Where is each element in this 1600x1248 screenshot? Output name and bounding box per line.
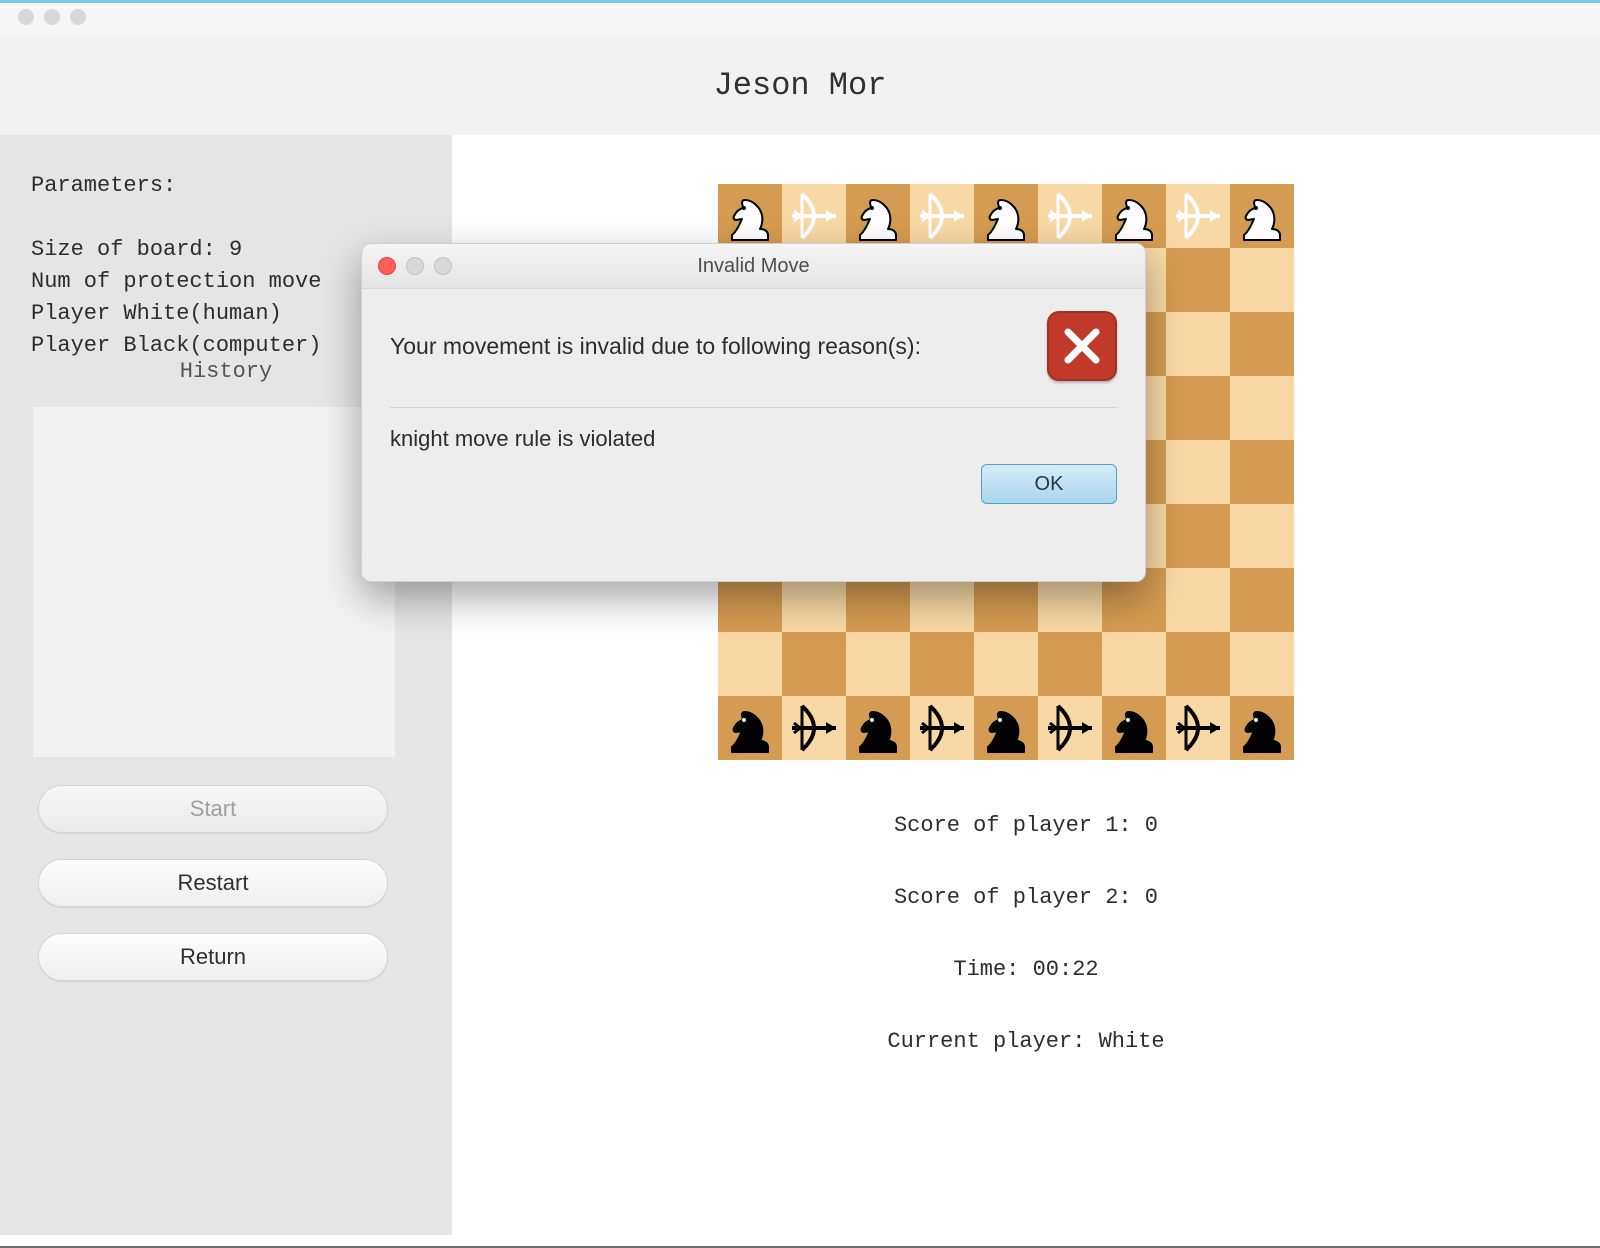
board-square[interactable] xyxy=(1166,632,1230,696)
knight-white-piece[interactable] xyxy=(974,184,1038,248)
knight-white-piece[interactable] xyxy=(1102,184,1166,248)
board-square[interactable] xyxy=(1230,312,1294,376)
status-block: Score of player 1: 0 Score of player 2: … xyxy=(452,790,1600,1078)
dialog-title: Invalid Move xyxy=(362,255,1145,278)
archer-white-piece[interactable] xyxy=(910,184,974,248)
dialog-reason-text: knight move rule is violated xyxy=(390,426,1117,464)
invalid-move-dialog: Invalid Move Your movement is invalid du… xyxy=(361,243,1146,582)
board-square[interactable] xyxy=(910,632,974,696)
board-square[interactable] xyxy=(1230,440,1294,504)
parameters-block: Parameters: Size of board: 9 Num of prot… xyxy=(31,170,321,362)
board-square[interactable] xyxy=(782,632,846,696)
archer-white-piece[interactable] xyxy=(1038,184,1102,248)
knight-black-piece[interactable] xyxy=(1102,696,1166,760)
dialog-close-dot[interactable] xyxy=(378,257,396,275)
board-square[interactable] xyxy=(846,632,910,696)
return-button[interactable]: Return xyxy=(38,933,388,981)
dialog-separator xyxy=(390,407,1117,408)
knight-black-piece[interactable] xyxy=(846,696,910,760)
dialog-minimize-dot xyxy=(406,257,424,275)
window-minimize-dot[interactable] xyxy=(44,9,60,25)
board-square[interactable] xyxy=(1230,504,1294,568)
knight-black-piece[interactable] xyxy=(1230,696,1294,760)
board-square[interactable] xyxy=(974,632,1038,696)
error-x-icon xyxy=(1047,311,1117,381)
board-square[interactable] xyxy=(718,632,782,696)
window-zoom-dot[interactable] xyxy=(70,9,86,25)
ok-button[interactable]: OK xyxy=(981,464,1117,504)
board-square[interactable] xyxy=(1230,248,1294,312)
archer-white-piece[interactable] xyxy=(782,184,846,248)
board-square[interactable] xyxy=(1166,248,1230,312)
archer-white-piece[interactable] xyxy=(1166,184,1230,248)
dialog-traffic-lights xyxy=(378,257,452,275)
dialog-zoom-dot xyxy=(434,257,452,275)
dialog-header-text: Your movement is invalid due to followin… xyxy=(390,333,1029,360)
start-button: Start xyxy=(38,785,388,833)
board-square[interactable] xyxy=(1038,632,1102,696)
history-listbox[interactable] xyxy=(33,407,395,757)
archer-black-piece[interactable] xyxy=(910,696,974,760)
board-square[interactable] xyxy=(1166,568,1230,632)
board-square[interactable] xyxy=(1166,312,1230,376)
window-titlebar xyxy=(0,0,1600,36)
knight-white-piece[interactable] xyxy=(1230,184,1294,248)
board-square[interactable] xyxy=(1102,632,1166,696)
archer-black-piece[interactable] xyxy=(782,696,846,760)
dialog-titlebar: Invalid Move xyxy=(362,244,1145,289)
restart-button[interactable]: Restart xyxy=(38,859,388,907)
board-square[interactable] xyxy=(1166,376,1230,440)
knight-white-piece[interactable] xyxy=(846,184,910,248)
board-square[interactable] xyxy=(1230,568,1294,632)
knight-black-piece[interactable] xyxy=(974,696,1038,760)
knight-white-piece[interactable] xyxy=(718,184,782,248)
archer-black-piece[interactable] xyxy=(1166,696,1230,760)
knight-black-piece[interactable] xyxy=(718,696,782,760)
board-square[interactable] xyxy=(1166,440,1230,504)
board-square[interactable] xyxy=(1166,504,1230,568)
archer-black-piece[interactable] xyxy=(1038,696,1102,760)
window-close-dot[interactable] xyxy=(18,9,34,25)
board-square[interactable] xyxy=(1230,376,1294,440)
app-title: Jeson Mor xyxy=(714,67,887,104)
app-header: Jeson Mor xyxy=(0,36,1600,135)
window-traffic-lights xyxy=(18,9,86,25)
board-square[interactable] xyxy=(1230,632,1294,696)
